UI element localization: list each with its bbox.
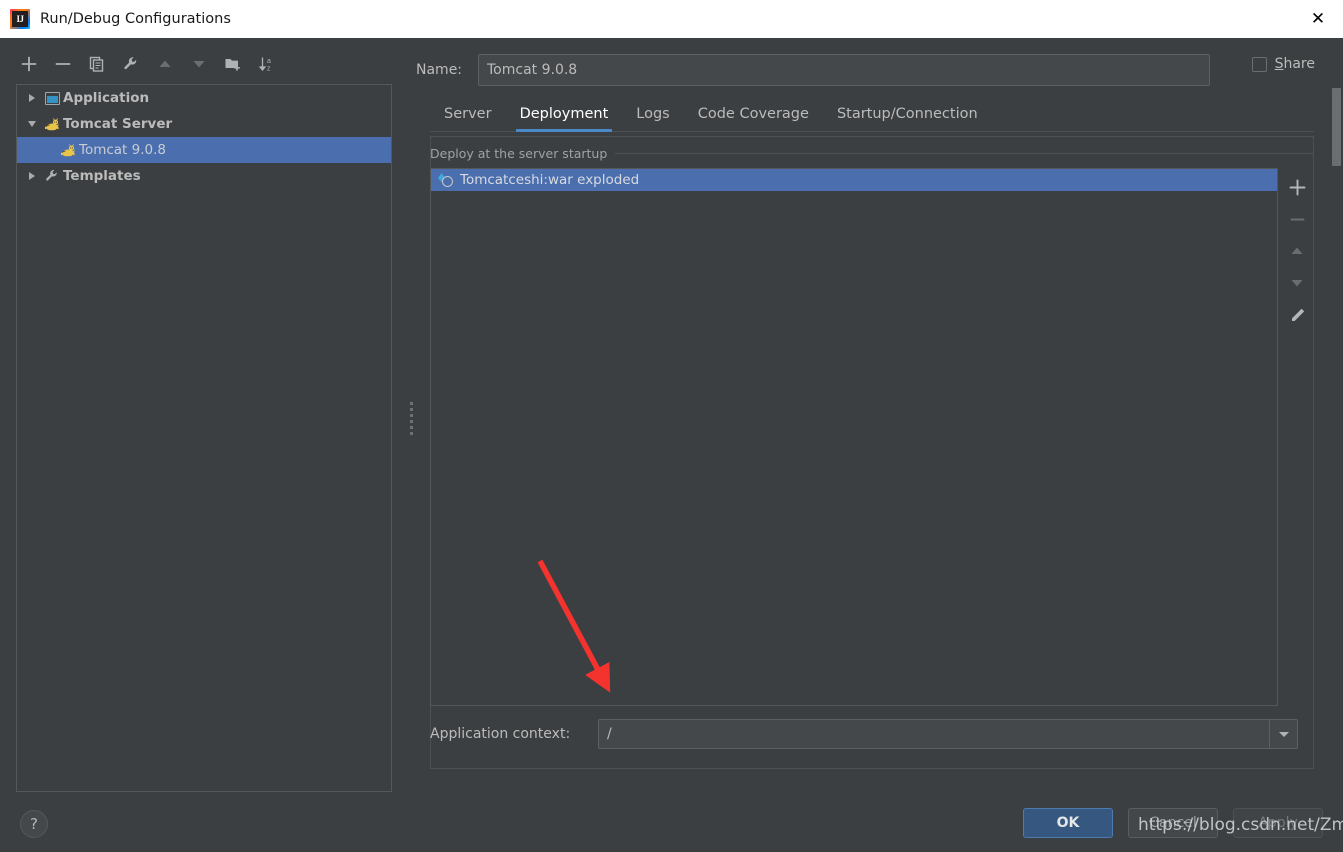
configuration-tabs: Server Deployment Logs Code Coverage Sta… <box>430 96 1314 132</box>
svg-text:z: z <box>267 66 271 73</box>
tab-server[interactable]: Server <box>430 106 506 131</box>
configurations-tree[interactable]: Application Tomcat Server Tomcat 9.0.8 T… <box>16 84 392 792</box>
artifact-label: Tomcatceshi:war exploded <box>460 172 640 188</box>
expander-collapsed-icon[interactable] <box>23 172 41 180</box>
run-debug-configurations-dialog: IJ Run/Debug Configurations ✕ a z Applic… <box>0 0 1343 852</box>
name-label: Name: <box>416 62 463 78</box>
svg-text:a: a <box>267 58 271 65</box>
tree-item-application[interactable]: Application <box>17 85 391 111</box>
edit-artifact-button[interactable] <box>1280 299 1314 331</box>
name-input[interactable] <box>478 54 1210 86</box>
application-context-row: Application context: <box>430 714 1314 754</box>
tomcat-icon <box>57 143 79 158</box>
move-up-button[interactable] <box>150 50 180 78</box>
tree-item-templates[interactable]: Templates <box>17 163 391 189</box>
sort-az-button[interactable]: a z <box>252 50 282 78</box>
application-icon <box>41 91 63 105</box>
remove-configuration-button[interactable] <box>48 50 78 78</box>
share-checkbox[interactable]: Share <box>1251 56 1315 72</box>
tree-item-tomcat-9-0-8[interactable]: Tomcat 9.0.8 <box>17 137 391 163</box>
tree-item-label: Tomcat 9.0.8 <box>79 142 166 158</box>
deploy-group-label: Deploy at the server startup <box>430 145 608 161</box>
ok-button[interactable]: OK <box>1023 808 1113 838</box>
name-row: Name: <box>416 50 1343 90</box>
panel-splitter[interactable] <box>406 38 416 798</box>
tree-item-tomcat-server[interactable]: Tomcat Server <box>17 111 391 137</box>
share-label-rest: hare <box>1283 56 1315 72</box>
chevron-down-icon[interactable] <box>1269 720 1297 748</box>
copy-configuration-button[interactable] <box>82 50 112 78</box>
close-icon[interactable]: ✕ <box>1293 0 1343 38</box>
scrollbar-thumb[interactable] <box>1332 88 1341 166</box>
add-configuration-button[interactable] <box>14 50 44 78</box>
edit-templates-button[interactable] <box>116 50 146 78</box>
artifact-icon <box>438 172 454 188</box>
configurations-panel: a z Application Tomcat Server Tomcat 9.0… <box>0 38 406 798</box>
list-item[interactable]: Tomcatceshi:war exploded <box>431 169 1277 191</box>
expander-collapsed-icon[interactable] <box>23 94 41 102</box>
tab-code-coverage[interactable]: Code Coverage <box>684 106 823 131</box>
add-artifact-button[interactable] <box>1280 171 1314 203</box>
tree-item-label: Application <box>63 90 150 106</box>
deployment-list[interactable]: Tomcatceshi:war exploded <box>430 168 1278 706</box>
tree-item-label: Templates <box>63 168 141 184</box>
apply-button[interactable]: Apply <box>1233 808 1323 838</box>
help-button[interactable]: ? <box>20 810 48 838</box>
tree-item-label: Tomcat Server <box>63 116 173 132</box>
intellij-idea-icon: IJ <box>10 9 30 29</box>
move-artifact-down-button[interactable] <box>1280 267 1314 299</box>
move-down-button[interactable] <box>184 50 214 78</box>
application-context-input[interactable] <box>599 720 1269 748</box>
application-context-combobox[interactable] <box>598 719 1298 749</box>
wrench-icon <box>41 168 63 184</box>
vertical-scrollbar[interactable] <box>1332 88 1341 788</box>
application-context-label: Application context: <box>430 726 571 742</box>
create-folder-button[interactable] <box>218 50 248 78</box>
expander-expanded-icon[interactable] <box>23 121 41 127</box>
move-artifact-up-button[interactable] <box>1280 235 1314 267</box>
share-label: Share <box>1275 56 1315 72</box>
title-bar: IJ Run/Debug Configurations ✕ <box>0 0 1343 38</box>
cancel-button[interactable]: Cancel <box>1128 808 1218 838</box>
share-checkbox-box[interactable] <box>1251 56 1267 72</box>
configurations-toolbar: a z <box>14 48 394 80</box>
remove-artifact-button[interactable] <box>1280 203 1314 235</box>
window-title: Run/Debug Configurations <box>40 11 231 27</box>
group-divider <box>615 152 1314 154</box>
tab-startup-connection[interactable]: Startup/Connection <box>823 106 992 131</box>
tomcat-icon <box>41 117 63 132</box>
deployment-section: Tomcatceshi:war exploded <box>430 168 1314 706</box>
configuration-editor-panel: Name: Share Server Deployment Logs Code … <box>416 38 1343 814</box>
splitter-grip-icon <box>409 401 413 435</box>
tab-deployment[interactable]: Deployment <box>506 106 623 132</box>
deployment-side-toolbar <box>1280 168 1314 706</box>
tab-logs[interactable]: Logs <box>622 106 683 131</box>
deploy-group-header: Deploy at the server startup <box>430 144 1314 162</box>
